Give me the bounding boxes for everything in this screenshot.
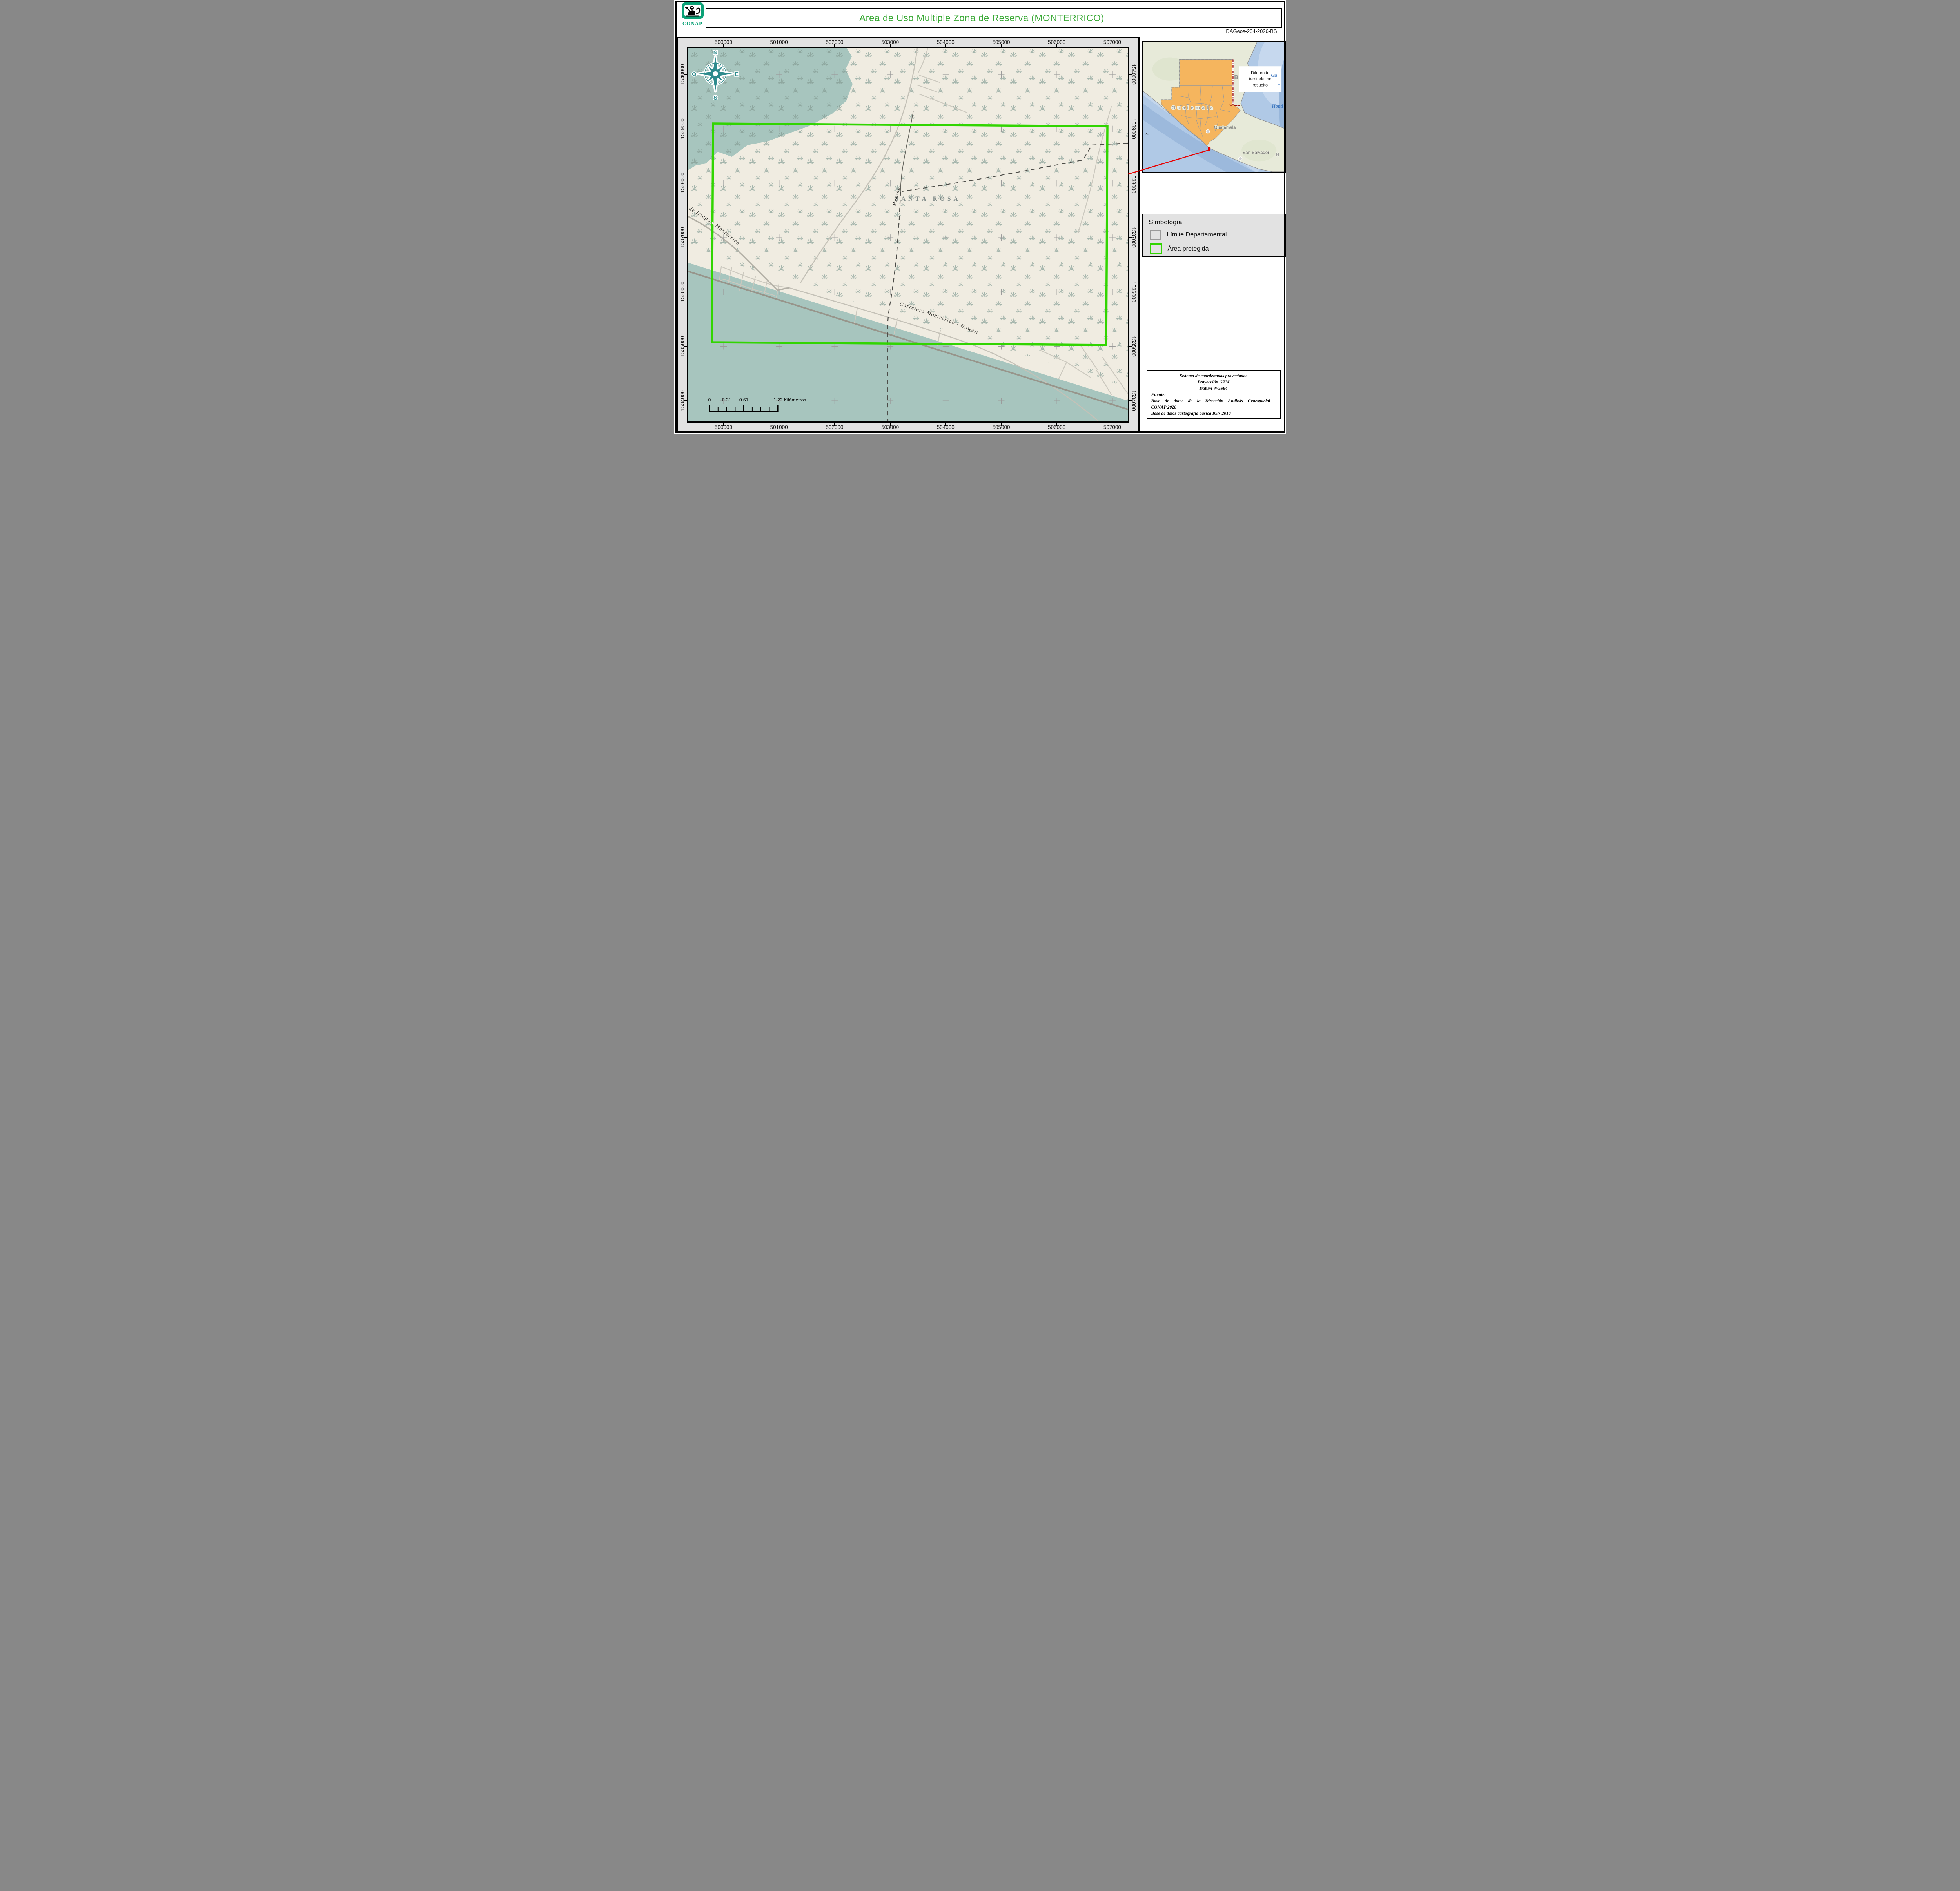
grid-tick: [945, 44, 946, 47]
honduras-label-fragment: H o: [1276, 151, 1285, 157]
department-label: SANTA ROSA: [895, 196, 960, 202]
inset-locator-map: B Diferendo territorial no resuelto Guat…: [1142, 41, 1286, 173]
grid-tick: [1001, 44, 1002, 47]
legend-item-area-protegida: Área protegida: [1150, 243, 1285, 254]
grid-tick: [723, 423, 724, 426]
legend-item-limite-departamental: Límite Departamental: [1150, 230, 1285, 240]
note-line-3: resuelto: [1252, 83, 1268, 88]
legend: Simbología Límite Departamental Área pro…: [1142, 214, 1286, 257]
credit-line: CONAP 2026: [1151, 404, 1276, 411]
departmental-limit-swatch-icon: [1150, 230, 1161, 240]
header: Area de Uso Multiple Zona de Reserva (MO…: [682, 8, 1282, 28]
grid-tick: [684, 74, 687, 75]
depth-label: 721: [1145, 132, 1152, 136]
legend-item-label: Área protegida: [1168, 245, 1209, 252]
note-line-2: territorial no: [1249, 77, 1271, 82]
san-salvador-dot: [1238, 157, 1242, 160]
inset-map-image: B Diferendo territorial no resuelto Guat…: [1143, 42, 1285, 172]
document-id: DAGeos-204-2026-BS: [1226, 28, 1277, 34]
conap-logo-label: CONAP: [680, 20, 706, 27]
grid-tick: [890, 44, 891, 47]
grid-tick: [684, 400, 687, 401]
grid-tick: [1129, 237, 1132, 238]
credit-line: Fuente:: [1151, 392, 1276, 398]
credit-line: Base de datos cartografía básica IGN 201…: [1151, 411, 1276, 417]
sea-label-gu: Gu: [1271, 73, 1277, 78]
grid-tick: [1001, 423, 1002, 426]
guatemala-country-label: Guatemala: [1171, 105, 1214, 111]
grid-tick: [945, 423, 946, 426]
credit-line: Proyección GTM: [1151, 379, 1276, 385]
credits-box: Sistema de coordenadas proyectadas Proye…: [1147, 370, 1281, 419]
scale-123: 1.23 Kilómetros: [773, 397, 806, 403]
map-sheet: 5000005000005010005010005020005020005030…: [677, 37, 1140, 432]
compass-o: O: [692, 71, 697, 78]
compass-n: N: [713, 49, 717, 56]
grid-tick: [834, 423, 835, 426]
conap-monkey-icon: [681, 2, 704, 19]
sea-label-hond: Hond: [1271, 104, 1283, 109]
map-document-page: Area de Uso Multiple Zona de Reserva (MO…: [674, 0, 1286, 434]
legend-title: Simbología: [1149, 218, 1285, 226]
grid-tick: [1129, 74, 1132, 75]
grid-tick: [1129, 400, 1132, 401]
compass-s: S: [713, 94, 717, 101]
belize-label-fragment: B: [1234, 74, 1238, 81]
guatemala-city-dot: [1206, 130, 1209, 133]
scale-031: 0.31: [722, 397, 731, 403]
map-image: SANTA ROSA Monterico de Iztapa - Monterr…: [688, 48, 1128, 421]
page-title: Area de Uso Multiple Zona de Reserva (MO…: [683, 9, 1281, 27]
conap-logo: CONAP: [680, 2, 706, 28]
grid-tick: [1056, 44, 1057, 47]
credit-line: Sistema de coordenadas proyectadas: [1151, 373, 1276, 379]
grid-tick: [723, 44, 724, 47]
sea-label-o: o: [1278, 82, 1280, 87]
grid-tick: [890, 423, 891, 426]
scale-061: 0.61: [739, 397, 748, 403]
grid-tick: [1056, 423, 1057, 426]
guatemala-city-label: Guatemala: [1214, 125, 1236, 130]
protected-area-swatch-icon: [1150, 243, 1162, 254]
note-line-1: Diferendo: [1251, 71, 1269, 75]
grid-tick: [1129, 346, 1132, 347]
monterrico-location-marker: [1208, 147, 1210, 151]
legend-item-label: Límite Departamental: [1167, 231, 1227, 238]
compass-e: E: [734, 71, 738, 78]
grid-tick: [684, 237, 687, 238]
grid-tick: [684, 346, 687, 347]
credit-line: Base de datos de la Dirección Análisis G…: [1151, 398, 1276, 404]
grid-tick: [834, 44, 835, 47]
scale-0: 0: [708, 397, 711, 403]
credit-line: Datum WGS84: [1151, 385, 1276, 392]
san-salvador-label: San Salvador: [1242, 151, 1269, 155]
map-canvas: SANTA ROSA Monterico de Iztapa - Monterr…: [687, 47, 1129, 423]
